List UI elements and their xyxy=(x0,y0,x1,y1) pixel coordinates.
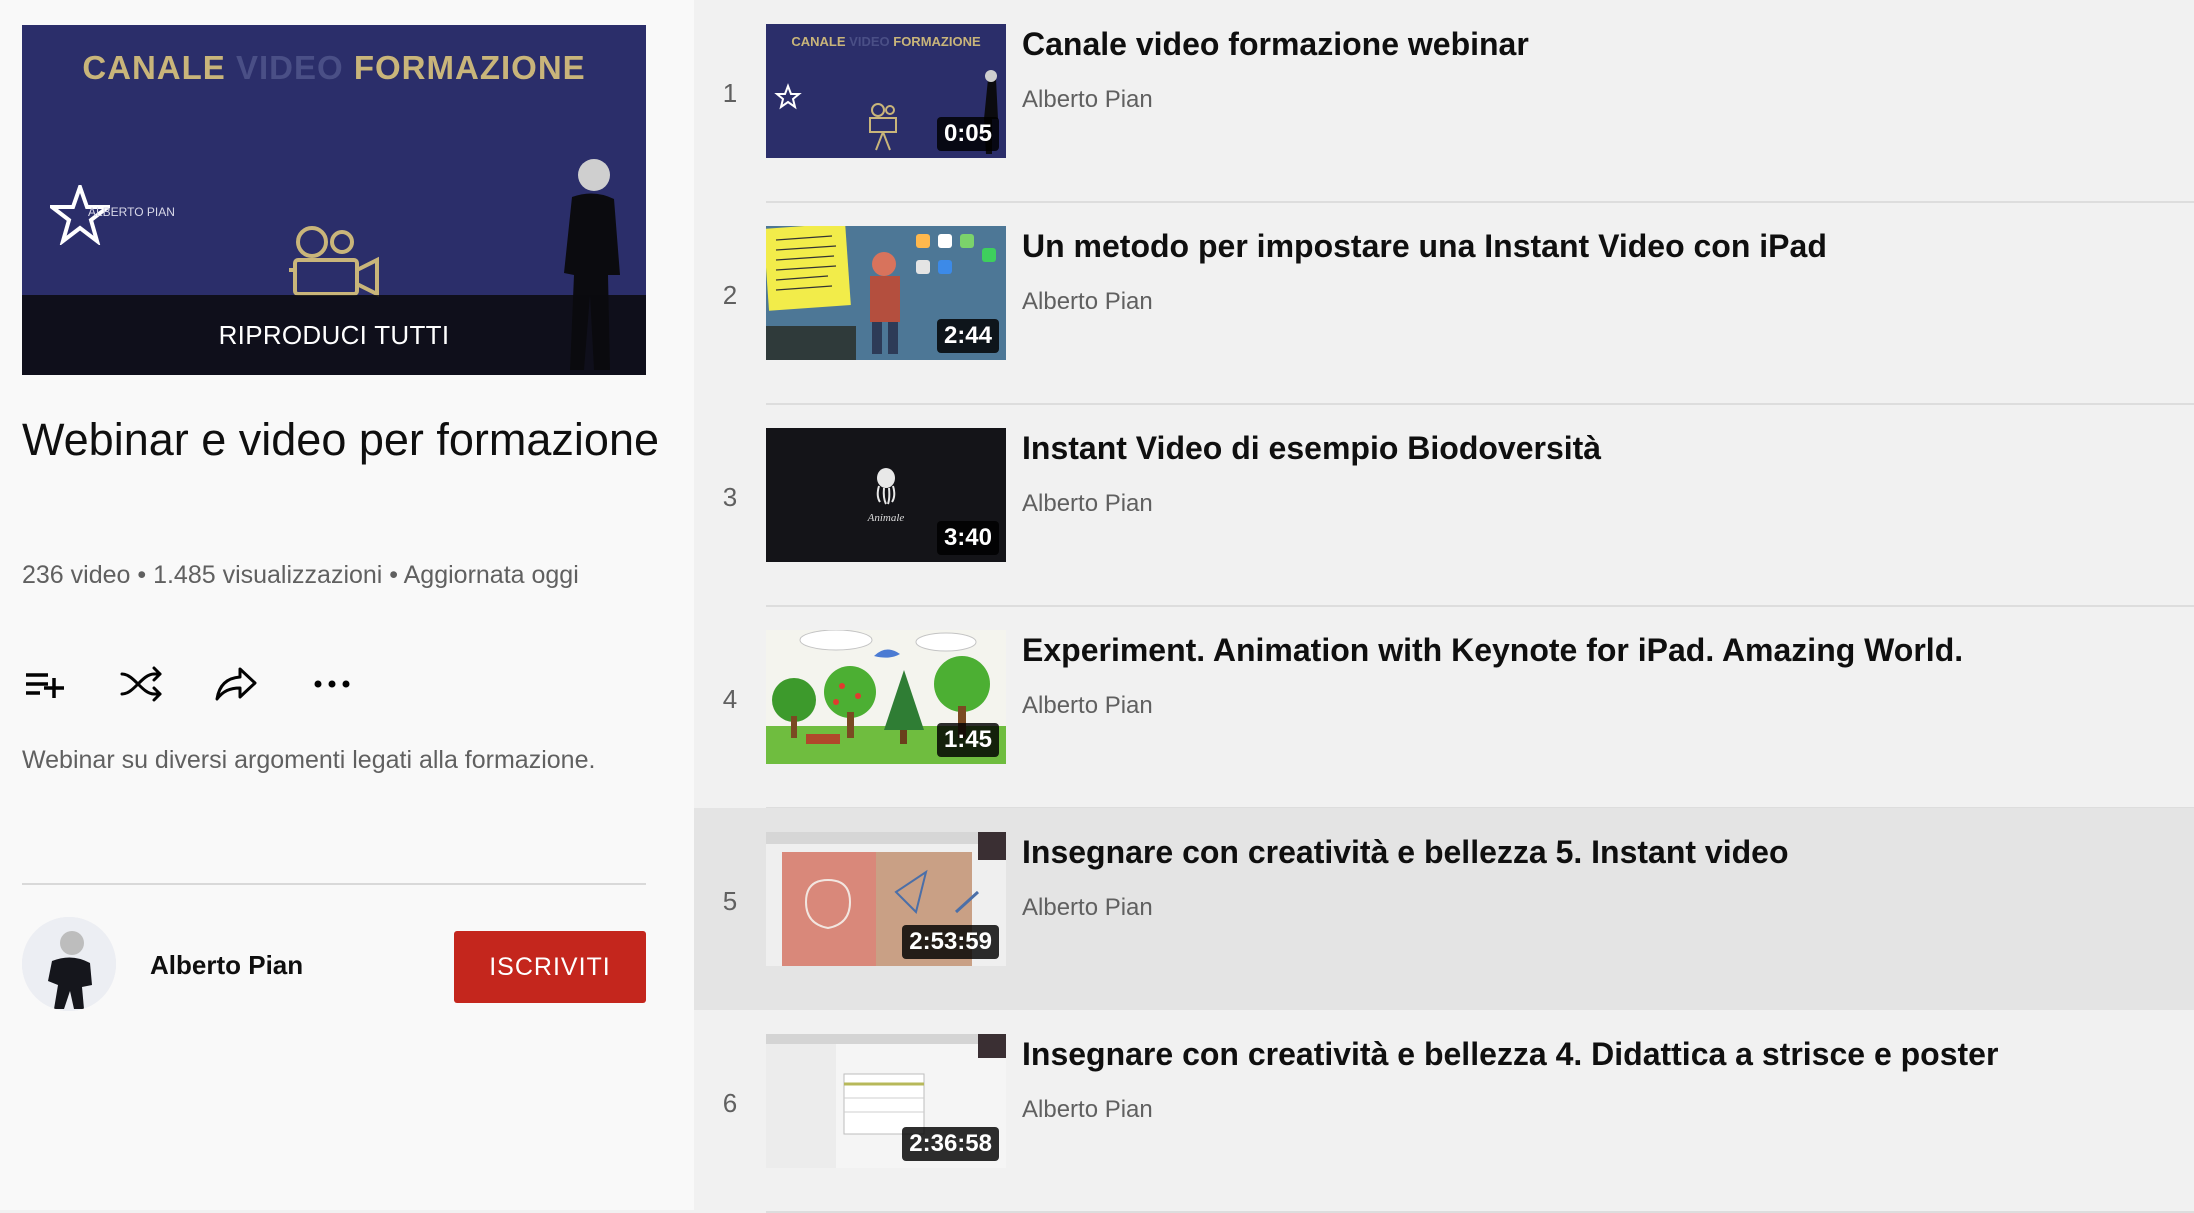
video-row[interactable]: 6 2:36:58 Insegnare con creatività e bel… xyxy=(694,1010,2194,1213)
video-row[interactable]: 4 1:45 Experiment. Animation with Keynot… xyxy=(694,606,2194,809)
video-index: 2 xyxy=(722,280,738,310)
video-channel[interactable]: Alberto Pian xyxy=(1022,490,1153,518)
video-channel[interactable]: Alberto Pian xyxy=(1022,1096,1153,1124)
video-title[interactable]: Canale video formazione webinar xyxy=(1022,26,1529,63)
video-thumbnail[interactable]: 2:36:58 xyxy=(766,1034,1006,1168)
avatar-image xyxy=(22,917,116,1011)
video-index: 1 xyxy=(722,78,738,108)
video-title[interactable]: Experiment. Animation with Keynote for i… xyxy=(1022,632,1963,669)
video-index: 4 xyxy=(722,684,738,714)
video-title[interactable]: Instant Video di esempio Biodoversità xyxy=(1022,430,1601,467)
video-title[interactable]: Insegnare con creatività e bellezza 4. D… xyxy=(1022,1036,1998,1073)
video-thumbnail[interactable]: 1:45 xyxy=(766,630,1006,764)
playlist-title: Webinar e video per formazione xyxy=(22,414,660,465)
add-to-queue-button[interactable] xyxy=(22,660,70,708)
video-row[interactable]: 3 Animale 3:40 Instant Video di esempio … xyxy=(694,404,2194,607)
video-row-active[interactable]: 5 2:53:59 Insegnare con creatività e bel… xyxy=(694,808,2194,1010)
video-thumbnail[interactable]: Animale 3:40 xyxy=(766,428,1006,562)
more-horiz-icon xyxy=(314,680,350,688)
video-channel[interactable]: Alberto Pian xyxy=(1022,288,1153,316)
video-channel[interactable]: Alberto Pian xyxy=(1022,86,1153,114)
video-duration: 2:53:59 xyxy=(902,925,999,959)
playlist-video-list: 1 CANALE VIDEO FORMAZIONE 0:05 Canale vi… xyxy=(694,0,2194,1213)
video-duration: 2:44 xyxy=(936,319,999,353)
playlist-description: Webinar su diversi argomenti legati alla… xyxy=(22,746,596,774)
video-index: 3 xyxy=(722,482,738,512)
video-index: 5 xyxy=(722,886,738,916)
owner-name[interactable]: Alberto Pian xyxy=(150,950,303,981)
play-all-button[interactable]: RIPRODUCI TUTTI xyxy=(22,295,646,375)
video-channel[interactable]: Alberto Pian xyxy=(1022,692,1153,720)
shuffle-icon xyxy=(120,666,162,702)
video-duration: 2:36:58 xyxy=(902,1127,999,1161)
video-channel[interactable]: Alberto Pian xyxy=(1022,894,1153,922)
playlist-sidebar: CANALE VIDEO FORMAZIONE ALBERTO PIAN RIP… xyxy=(0,0,694,1210)
video-thumbnail[interactable]: CANALE VIDEO FORMAZIONE 0:05 xyxy=(766,24,1006,158)
more-button[interactable] xyxy=(308,660,356,708)
share-button[interactable] xyxy=(212,660,260,708)
video-row[interactable]: 1 CANALE VIDEO FORMAZIONE 0:05 Canale vi… xyxy=(694,0,2194,203)
video-duration: 1:45 xyxy=(936,723,999,757)
video-thumbnail[interactable]: 2:44 xyxy=(766,226,1006,360)
video-thumbnail[interactable]: 2:53:59 xyxy=(766,832,1006,966)
video-title[interactable]: Un metodo per impostare una Instant Vide… xyxy=(1022,228,1827,265)
share-icon xyxy=(215,667,257,701)
hero-title: CANALE VIDEO FORMAZIONE xyxy=(82,49,586,86)
video-duration: 3:40 xyxy=(936,521,999,555)
video-index: 6 xyxy=(722,1088,738,1118)
subscribe-button[interactable]: ISCRIVITI xyxy=(454,931,646,1003)
playlist-add-icon xyxy=(26,673,64,698)
video-title[interactable]: Insegnare con creatività e bellezza 5. I… xyxy=(1022,834,1789,871)
playlist-meta: 236 video • 1.485 visualizzazioni • Aggi… xyxy=(22,561,579,589)
shuffle-button[interactable] xyxy=(118,660,166,708)
play-all-label: RIPRODUCI TUTTI xyxy=(218,319,450,350)
video-duration: 0:05 xyxy=(936,117,999,151)
hero-brand: ALBERTO PIAN xyxy=(88,205,175,219)
divider xyxy=(22,883,646,885)
video-row[interactable]: 2 2:44 Un metodo per impostare una Insta… xyxy=(694,202,2194,405)
avatar[interactable] xyxy=(22,917,116,1011)
playlist-hero-thumbnail[interactable]: CANALE VIDEO FORMAZIONE ALBERTO PIAN RIP… xyxy=(22,25,646,375)
